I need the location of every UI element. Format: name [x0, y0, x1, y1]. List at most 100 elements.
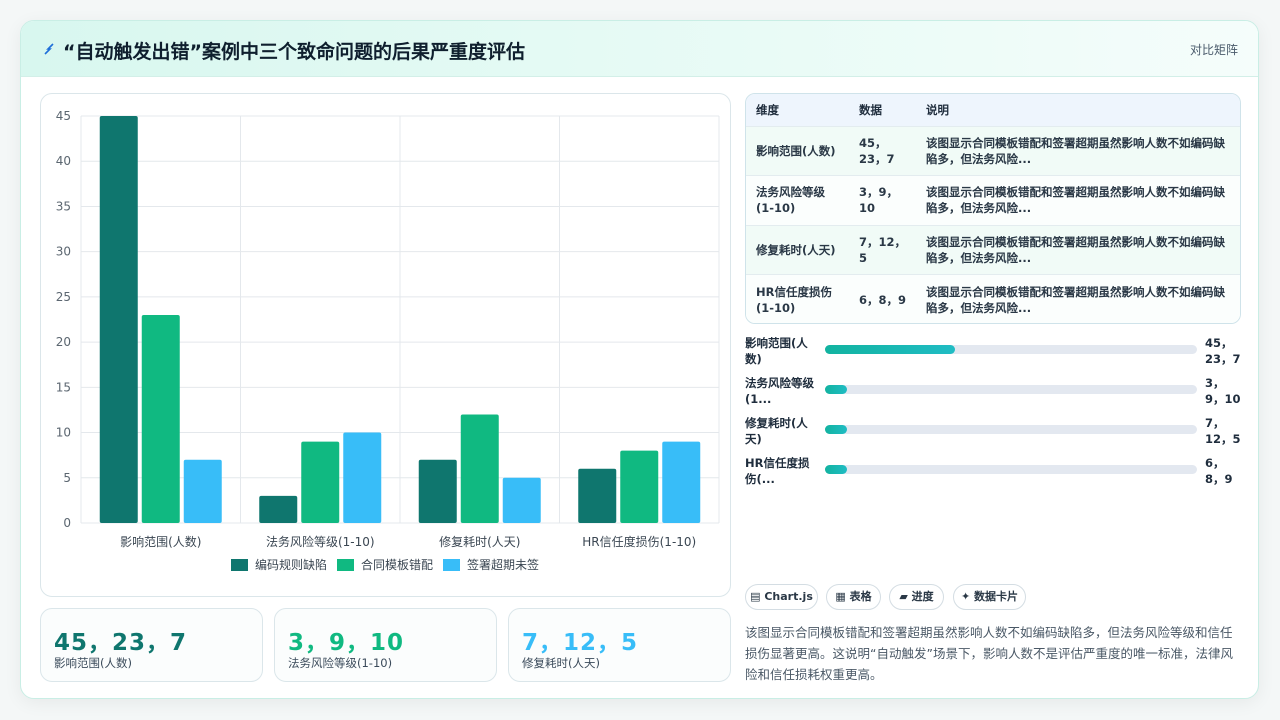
cell-desc: 该图显示合同模板错配和签署超期虽然影响人数不如编码缺陷多，但法务风险...	[926, 135, 1225, 166]
cell-dimension: 修复耗时(人天)	[756, 242, 836, 257]
chip-chartjs[interactable]: ▤ Chart.js	[745, 584, 818, 610]
table-row: 法务风险等级(1-10) 3，9，10 该图显示合同模板错配和签署超期虽然影响人…	[746, 175, 1240, 225]
table-row: 影响范围(人数) 45，23，7 该图显示合同模板错配和签署超期虽然影响人数不如…	[746, 126, 1240, 176]
progress-label: HR信任度损伤(...	[745, 456, 810, 486]
table-header-row: 维度 数据 说明	[746, 94, 1240, 126]
chip-table[interactable]: ▦ 表格	[826, 584, 881, 610]
legend-label: 编码规则缺陷	[255, 557, 327, 572]
progress-fill	[825, 385, 848, 394]
stat-value: 7，12，5	[522, 630, 639, 656]
progress-row: 修复耗时(人天) 7，12，5	[745, 413, 1241, 449]
bar	[343, 432, 382, 523]
cell-dimension: HR信任度损伤(1-10)	[756, 284, 832, 315]
y-tick-label: 25	[56, 290, 71, 304]
x-tick-label: 法务风险等级(1-10)	[266, 534, 375, 549]
progress-fill	[825, 465, 848, 474]
cell-data: 45，23，7	[859, 135, 895, 166]
y-tick-label: 20	[56, 335, 71, 349]
stat-label: 影响范围(人数)	[54, 656, 132, 670]
progress-label: 法务风险等级(1...	[745, 376, 814, 406]
chip-progress[interactable]: ▰ 进度	[889, 584, 944, 610]
main-card: “自动触发出错”案例中三个致命问题的后果严重度评估 对比矩阵 0 5 10 15 20 2…	[20, 20, 1259, 699]
stat-label: 法务风险等级(1-10)	[288, 656, 393, 670]
x-tick-label: 影响范围(人数)	[120, 534, 201, 549]
y-tick-label: 15	[56, 380, 71, 394]
y-tick-label: 5	[63, 471, 71, 485]
chip-label: 数据卡片	[974, 590, 1019, 603]
progress-fill	[825, 425, 848, 434]
bar	[99, 116, 138, 523]
bar	[620, 450, 659, 523]
stat-card-legal: 3，9，10 法务风险等级(1-10)	[274, 608, 497, 682]
stat-card-impact: 45，23，7 影响范围(人数)	[40, 608, 263, 682]
table-row: HR信任度损伤(1-10) 6，8，9 该图显示合同模板错配和签署超期虽然影响人…	[746, 274, 1240, 323]
bar-chart: 0 5 10 15 20 25 30 35 40 45 影响范围(人数) 法务风险等级(1-10) 修复…	[40, 93, 731, 597]
stat-label: 修复耗时(人天)	[522, 656, 600, 670]
chip-label: 进度	[911, 590, 934, 603]
chip-label: 表格	[849, 590, 872, 603]
cell-desc: 该图显示合同模板错配和签署超期虽然影响人数不如编码缺陷多，但法务风险...	[926, 284, 1225, 315]
stat-card-repair: 7，12，5 修复耗时(人天)	[508, 608, 731, 682]
cell-data: 6，8，9	[859, 292, 907, 307]
legend-swatch	[443, 559, 460, 571]
summary-text: 该图显示合同模板错配和签署超期虽然影响人数不如编码缺陷多，但法务风险等级和信任损…	[745, 625, 1233, 682]
stat-value: 3，9，10	[288, 630, 405, 656]
table-row: 修复耗时(人天) 7，12，5 该图显示合同模板错配和签署超期虽然影响人数不如编…	[746, 225, 1240, 275]
y-tick-label: 30	[56, 245, 71, 259]
column-header: 数据	[859, 102, 882, 117]
progress-row: 影响范围(人数) 45，23，7	[745, 333, 1241, 369]
progress-value: 7，12，5	[1205, 416, 1241, 446]
bar	[418, 459, 457, 523]
legend-swatch	[337, 559, 354, 571]
progress-track	[825, 385, 1197, 394]
chart-icon: ▤	[750, 590, 765, 603]
bar	[578, 468, 617, 523]
y-tick-label: 45	[56, 109, 71, 123]
column-header: 说明	[926, 102, 949, 117]
cell-data: 3，9，10	[859, 185, 899, 216]
chip-data-card[interactable]: ✦ 数据卡片	[953, 584, 1026, 610]
y-tick-label: 0	[63, 516, 71, 530]
bar	[141, 314, 180, 523]
progress-value: 45，23，7	[1205, 336, 1241, 366]
progress-row: HR信任度损伤(... 6，8，9	[745, 453, 1241, 489]
cell-desc: 该图显示合同模板错配和签署超期虽然影响人数不如编码缺陷多，但法务风险...	[926, 185, 1225, 216]
legend-label: 签署超期未签	[467, 557, 539, 572]
page-title: “自动触发出错”案例中三个致命问题的后果严重度评估	[63, 41, 525, 63]
chart-svg: 0 5 10 15 20 25 30 35 40 45 影响范围(人数) 法务风险等级(1-10) 修复…	[56, 109, 720, 572]
x-tick-label: HR信任度损伤(1-10)	[582, 534, 696, 549]
bar	[183, 459, 222, 523]
header-bar: “自动触发出错”案例中三个致命问题的后果严重度评估 对比矩阵	[21, 21, 1258, 77]
progress-list: 影响范围(人数) 45，23，7 法务风险等级(1... 3，9，10 修复耗时…	[745, 333, 1241, 543]
sparkle-icon: ✦	[960, 590, 975, 603]
legend-label: 合同模板错配	[361, 557, 433, 572]
cell-data: 7，12，5	[859, 234, 907, 265]
progress-value: 6，8，9	[1205, 456, 1233, 486]
bar	[259, 495, 298, 523]
progress-value: 3，9，10	[1205, 376, 1241, 406]
stat-value: 45，23，7	[54, 630, 188, 656]
bar	[460, 414, 499, 523]
progress-track	[825, 345, 1197, 354]
y-tick-label: 40	[56, 154, 71, 168]
bar	[662, 441, 701, 523]
view-tag: 对比矩阵	[1189, 43, 1238, 57]
y-tick-label: 35	[56, 199, 71, 213]
bar	[502, 477, 541, 523]
progress-track	[825, 465, 1197, 474]
cell-desc: 该图显示合同模板错配和签署超期虽然影响人数不如编码缺陷多，但法务风险...	[926, 234, 1225, 265]
progress-track	[825, 425, 1197, 434]
bar	[301, 441, 340, 523]
table-icon: ▦	[835, 590, 850, 603]
x-tick-label: 修复耗时(人天)	[439, 534, 520, 549]
column-header: 维度	[756, 102, 779, 117]
progress-icon: ▰	[899, 590, 912, 603]
y-tick-label: 10	[56, 426, 71, 440]
data-table: 维度 数据 说明 影响范围(人数) 45，23，7 该图显示合同模板错配和签署超…	[745, 93, 1241, 324]
progress-fill	[825, 345, 956, 354]
cell-dimension: 影响范围(人数)	[756, 143, 836, 158]
cell-dimension: 法务风险等级(1-10)	[756, 185, 825, 216]
legend-swatch	[231, 559, 248, 571]
progress-row: 法务风险等级(1... 3，9，10	[745, 373, 1241, 409]
chip-label: Chart.js	[764, 590, 813, 603]
